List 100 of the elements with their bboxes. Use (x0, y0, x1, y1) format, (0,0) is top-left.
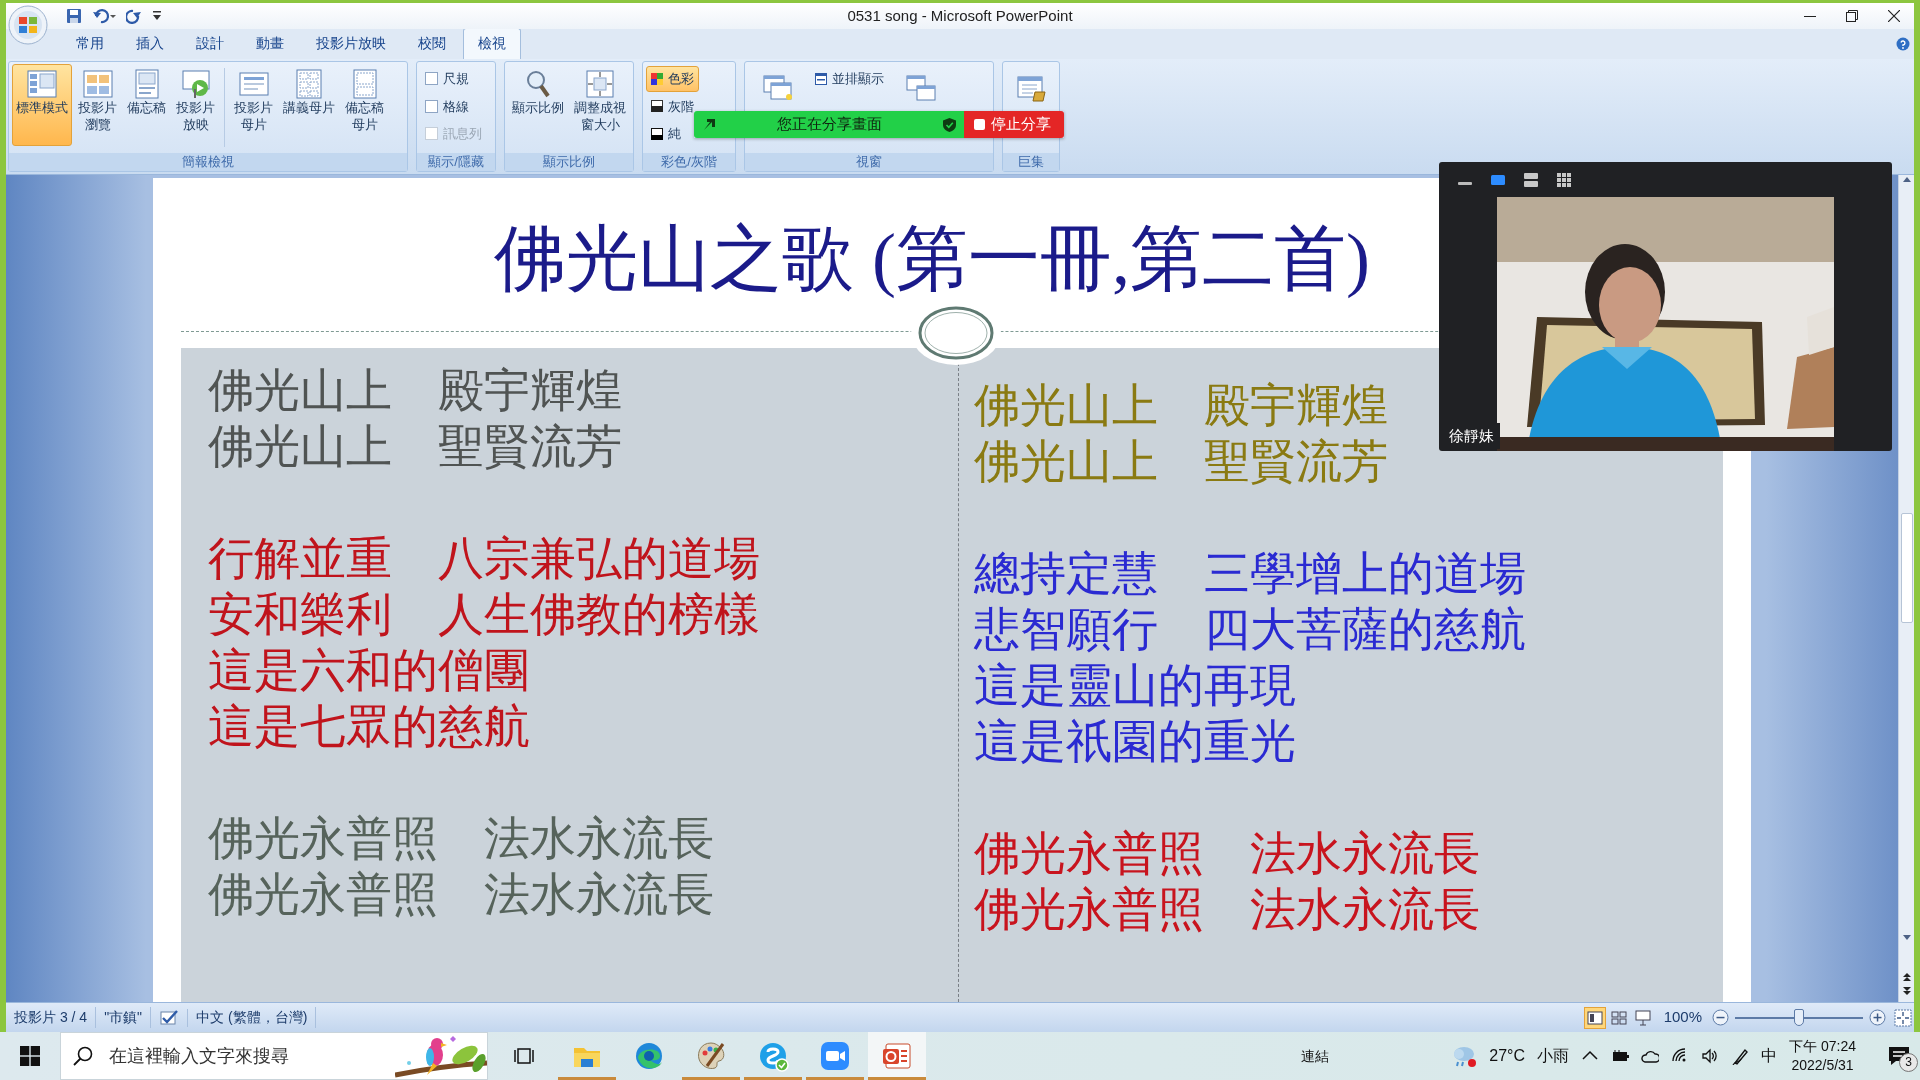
undo-icon[interactable] (92, 8, 116, 24)
help-icon[interactable] (1896, 37, 1910, 51)
lyric-line: 佛光永普照 法水永流長 (973, 827, 1480, 881)
save-icon[interactable] (66, 8, 82, 24)
ribbon-button[interactable]: 標準模式 (12, 64, 72, 146)
language-indicator[interactable]: 中文 (繁體，台灣) (188, 1007, 317, 1028)
search-field[interactable]: 在這裡輸入文字來搜尋 (107, 1041, 407, 1071)
ribbon-tab[interactable]: 插入 (121, 28, 179, 59)
input-method-indicator[interactable]: 中 (1761, 1044, 1778, 1068)
lyric-line: 佛光山上 聖賢流芳 (208, 420, 622, 474)
zoom-level[interactable]: 100% (1655, 1006, 1710, 1029)
task-view-icon[interactable] (514, 1046, 534, 1066)
ribbon-tab[interactable]: 校閱 (403, 28, 461, 59)
stop-share-button[interactable]: 停止分享 (964, 111, 1064, 138)
ribbon-button[interactable]: 備忘稿 (123, 64, 170, 146)
ribbon-tab[interactable]: 常用 (61, 28, 119, 59)
group-label: 彩色/灰階 (643, 153, 735, 171)
lyric-line: 行解並重 八宗兼弘的道場 (208, 532, 760, 586)
prev-slide-icon[interactable] (1901, 972, 1912, 982)
rain-cloud-icon[interactable] (1451, 1044, 1478, 1068)
scroll-down-icon[interactable] (1901, 934, 1912, 942)
grayscale-icon (651, 100, 663, 113)
checkbox-option[interactable]: 格線 (420, 93, 474, 119)
windows-start-icon[interactable] (20, 1046, 40, 1066)
stacked-view-icon[interactable] (1523, 171, 1539, 188)
lyric-line: 佛光山上 殿宇輝煌 (973, 379, 1388, 433)
pen-icon[interactable] (1731, 1047, 1750, 1065)
share-message: 您正在分享畫面 (776, 114, 883, 135)
window-title: 0531 song - Microsoft PowerPoint (847, 5, 1073, 26)
zoom-out-icon[interactable] (1712, 1009, 1729, 1026)
slide-title: 佛光山之歌 (第一冊,第二首) (494, 217, 1370, 301)
zoom-in-icon[interactable] (1869, 1009, 1886, 1026)
video-camera-icon (819, 1040, 851, 1072)
lyric-line: 佛光山上 殿宇輝煌 (208, 364, 622, 418)
lyric-line: 佛光永普照 法水永流長 (208, 868, 714, 922)
lyric-line: 這是七眾的慈航 (208, 700, 530, 754)
zoom-slider-thumb[interactable] (1794, 1008, 1804, 1026)
lyric-line: 這是靈山的再現 (973, 659, 1296, 713)
lyric-line: 佛光永普照 法水永流長 (973, 883, 1480, 937)
ribbon-button[interactable]: 投影片瀏覽 (74, 64, 121, 146)
ribbon-tab[interactable]: 投影片放映 (301, 28, 401, 59)
clock[interactable]: 下午 07:24 2022/5/31 (1789, 1037, 1856, 1075)
temperature[interactable]: 27°C (1489, 1044, 1526, 1068)
slide-sorter-icon (81, 68, 114, 100)
group-label: 顯示/隱藏 (417, 153, 495, 171)
ribbon-button[interactable]: 並排顯示 (810, 66, 889, 92)
grid-view-icon[interactable] (1556, 171, 1572, 188)
normal-view-icon (26, 68, 58, 100)
lyric-line: 這是祇園的重光 (973, 715, 1296, 769)
arrow-icon (702, 117, 716, 132)
redo-icon[interactable] (126, 8, 142, 24)
checkbox-option[interactable]: 尺規 (420, 66, 474, 92)
view-button[interactable] (1583, 1006, 1606, 1029)
shield-icon (943, 117, 956, 132)
fit-slide-icon[interactable] (1894, 1008, 1912, 1027)
contrast-swatch-icon (651, 127, 663, 140)
notification-count: 3 (1899, 1053, 1918, 1072)
group-label: 顯示比例 (505, 153, 633, 171)
ribbon-tab[interactable]: 設計 (181, 28, 239, 59)
ribbon-tab[interactable]: 動畫 (241, 28, 299, 59)
scrollbar[interactable] (1898, 175, 1914, 1002)
spell-check-icon[interactable] (159, 1008, 180, 1027)
group-label: 視窗 (745, 153, 993, 171)
presentation-icon (881, 1040, 913, 1072)
taskbar-app-button[interactable] (868, 1032, 926, 1080)
ribbon-button[interactable]: 投影片母片 (230, 64, 277, 146)
chat-bubble-icon (757, 1040, 789, 1072)
ribbon-tab[interactable]: 檢視 (463, 28, 521, 59)
lyric-line: 安和樂利 人生佛教的榜樣 (208, 588, 760, 642)
search-icon (73, 1046, 93, 1066)
arrange-windows-icon[interactable] (905, 72, 937, 104)
ribbon-button[interactable]: 調整成視窗大小 (570, 64, 630, 146)
lyric-line: 這是六和的僧團 (208, 644, 530, 698)
lyric-line: 悲智願行 四大菩薩的慈航 (973, 603, 1526, 657)
close-icon[interactable] (1888, 10, 1900, 22)
links-toolbar[interactable]: 連結 (1301, 1045, 1330, 1067)
next-slide-icon[interactable] (1901, 986, 1912, 996)
ribbon-button[interactable]: 投影片放映 (172, 64, 219, 146)
browser-swirl-icon (633, 1040, 665, 1072)
ribbon-button[interactable]: 講義母片 (279, 64, 339, 146)
handout-master-icon (293, 68, 325, 100)
checkbox[interactable] (425, 72, 438, 86)
restore-icon[interactable] (1846, 10, 1858, 22)
slide-counter: 投影片 3 / 4 (6, 1007, 97, 1028)
fit-window-icon (584, 68, 616, 100)
checkbox[interactable] (425, 99, 438, 113)
speaker-icon[interactable] (1701, 1047, 1720, 1065)
lyric-line: 佛光山上 聖賢流芳 (973, 435, 1388, 489)
color-swatch-icon (651, 72, 663, 85)
ribbon-button[interactable]: 顯示比例 (508, 64, 568, 146)
group-label: 巨集 (1003, 153, 1059, 171)
scroll-thumb[interactable] (1900, 513, 1913, 623)
ribbon-button[interactable]: 純 (646, 121, 686, 147)
search-bar[interactable]: 在這裡輸入文字來搜尋 (60, 1032, 488, 1080)
checkbox-option: 訊息列 (420, 121, 487, 147)
ribbon-button[interactable]: 色彩 (646, 66, 699, 92)
group-label: 簡報檢視 (9, 153, 407, 171)
weather-condition[interactable]: 小雨 (1537, 1044, 1570, 1068)
lyric-line: 總持定慧 三學增上的道場 (973, 547, 1526, 601)
ribbon-button[interactable]: 備忘稿母片 (341, 64, 388, 146)
